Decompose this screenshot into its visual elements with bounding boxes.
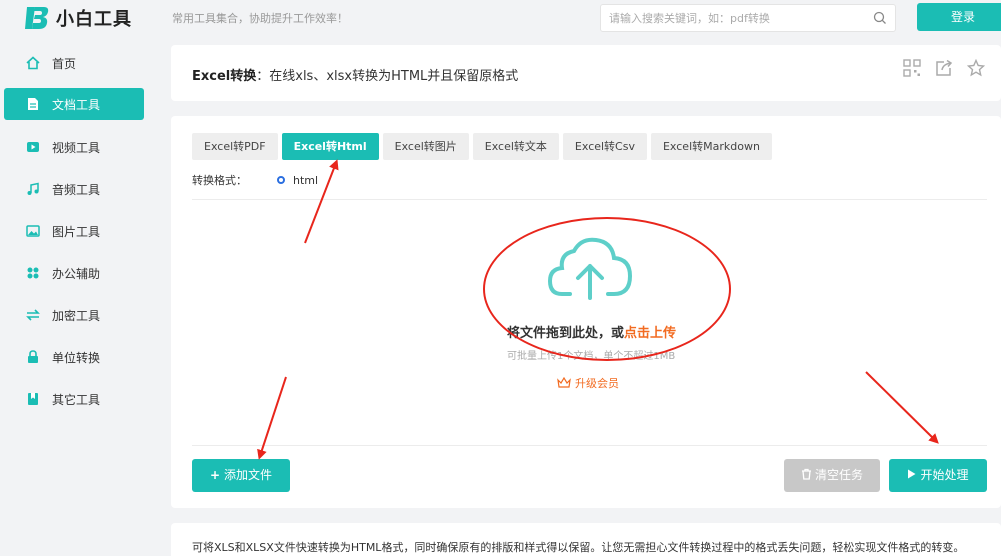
image-icon xyxy=(26,225,40,237)
star-icon[interactable] xyxy=(967,59,985,77)
lock-icon xyxy=(28,350,38,363)
share-icon[interactable] xyxy=(935,59,953,77)
plus-icon: + xyxy=(209,468,221,482)
sidebar-item-label: 加密工具 xyxy=(52,308,101,323)
upload-text-prefix: 将文件拖到此处，或 xyxy=(507,326,625,341)
sidebar-item-unit-convert[interactable]: 单位转换 xyxy=(0,336,150,378)
sidebar-item-label: 视频工具 xyxy=(52,140,101,155)
upgrade-label: 升级会员 xyxy=(575,377,619,390)
sidebar-item-image-tools[interactable]: 图片工具 xyxy=(0,210,150,252)
sidebar-item-home[interactable]: 首页 xyxy=(0,42,150,84)
trash-icon xyxy=(801,468,811,480)
swap-icon xyxy=(26,309,40,321)
divider xyxy=(192,445,987,446)
start-process-button[interactable]: 开始处理 xyxy=(889,459,987,492)
apps-icon xyxy=(27,267,39,279)
cloud-upload-icon[interactable] xyxy=(548,236,632,302)
sidebar-item-audio-tools[interactable]: 音频工具 xyxy=(0,168,150,210)
add-file-label: 添加文件 xyxy=(224,468,273,482)
search-input[interactable] xyxy=(601,11,861,25)
page-title-bold: Excel转换 xyxy=(192,69,257,84)
sidebar-item-label: 办公辅助 xyxy=(52,266,101,281)
sidebar-item-label: 音频工具 xyxy=(52,182,101,197)
tool-description: 可将XLS和XLSX文件快速转换为HTML格式，同时确保原有的排版和样式得以保留… xyxy=(192,541,965,554)
document-icon xyxy=(28,98,38,110)
top-bar: 小白工具 常用工具集合，协助提升工作效率！ 登录 xyxy=(0,0,1001,36)
tab-excel-to-image[interactable]: Excel转图片 xyxy=(382,133,469,160)
tab-excel-to-csv[interactable]: Excel转Csv xyxy=(562,133,647,160)
brand-name: 小白工具 xyxy=(56,9,132,30)
sidebar-item-document-tools[interactable]: 文档工具 xyxy=(4,88,144,120)
divider xyxy=(192,199,987,200)
logo-mark-icon xyxy=(25,7,49,29)
sidebar-item-label: 首页 xyxy=(52,56,77,71)
clear-tasks-button[interactable]: 清空任务 xyxy=(784,459,880,492)
bookmark-icon xyxy=(28,393,38,405)
sidebar-item-label: 文档工具 xyxy=(52,97,101,112)
upgrade-member-link[interactable]: 升级会员 xyxy=(557,375,619,391)
qrcode-icon[interactable] xyxy=(903,59,921,77)
tab-excel-to-text[interactable]: Excel转文本 xyxy=(472,133,559,160)
upload-dropzone-text[interactable]: 将文件拖到此处，或点击上传 xyxy=(507,322,676,341)
title-tools xyxy=(903,59,985,77)
sidebar-item-video-tools[interactable]: 视频工具 xyxy=(0,126,150,168)
search-box xyxy=(600,4,896,32)
logo[interactable]: 小白工具 xyxy=(24,5,132,31)
clear-tasks-label: 清空任务 xyxy=(814,468,863,482)
sidebar: 首页 文档工具 视频工具 音频工具 图片工具 办公辅助 加密工具 单位转换 其它… xyxy=(0,42,150,420)
music-icon xyxy=(27,182,39,195)
sidebar-item-label: 单位转换 xyxy=(52,350,101,365)
start-process-label: 开始处理 xyxy=(920,468,969,482)
login-button[interactable]: 登录 xyxy=(917,3,1001,31)
converter-card: Excel转PDF Excel转Html Excel转图片 Excel转文本 E… xyxy=(171,116,1001,508)
page-title: Excel转换：在线xls、xlsx转换为HTML并且保留原格式 xyxy=(192,65,518,84)
crown-icon xyxy=(557,377,571,388)
tab-excel-to-html[interactable]: Excel转Html xyxy=(281,133,379,160)
format-row: 转换格式： html xyxy=(192,172,318,188)
tab-bar: Excel转PDF Excel转Html Excel转图片 Excel转文本 E… xyxy=(192,133,772,160)
format-radio-html[interactable] xyxy=(277,176,285,184)
search-icon[interactable] xyxy=(873,11,887,25)
sidebar-item-label: 图片工具 xyxy=(52,224,101,239)
format-label: 转换格式： xyxy=(192,174,247,187)
click-upload-link[interactable]: 点击上传 xyxy=(624,326,676,341)
sidebar-item-other-tools[interactable]: 其它工具 xyxy=(0,378,150,420)
sidebar-item-office-tools[interactable]: 办公辅助 xyxy=(0,252,150,294)
slogan: 常用工具集合，协助提升工作效率！ xyxy=(172,12,348,25)
format-option-label: html xyxy=(293,173,319,187)
tab-excel-to-pdf[interactable]: Excel转PDF xyxy=(192,133,278,160)
sidebar-item-encrypt-tools[interactable]: 加密工具 xyxy=(0,294,150,336)
tab-excel-to-markdown[interactable]: Excel转Markdown xyxy=(650,133,772,160)
play-icon xyxy=(908,469,916,479)
video-icon xyxy=(27,142,39,152)
sidebar-item-label: 其它工具 xyxy=(52,392,101,407)
description-card: 可将XLS和XLSX文件快速转换为HTML格式，同时确保原有的排版和样式得以保留… xyxy=(171,523,1001,556)
title-card: Excel转换：在线xls、xlsx转换为HTML并且保留原格式 xyxy=(171,45,1001,101)
page-title-rest: ：在线xls、xlsx转换为HTML并且保留原格式 xyxy=(256,69,519,84)
home-icon xyxy=(26,56,40,70)
upload-limit-hint: 可批量上传1个文档，单个不超过1MB xyxy=(507,351,676,362)
add-file-button[interactable]: + 添加文件 xyxy=(192,459,290,492)
